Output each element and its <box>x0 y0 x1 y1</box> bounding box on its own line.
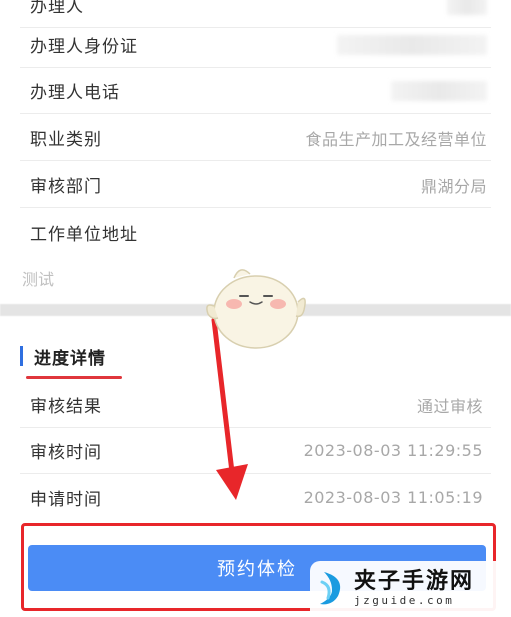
site-watermark: 夹子手游网 jzguide.com <box>310 561 508 615</box>
application-detail-page: 办理人 办理人身份证 办理人电话 职业类别 食品生产加工及经营单位 审核部门 鼎… <box>0 0 511 617</box>
watermark-domain: jzguide.com <box>354 594 455 607</box>
watermark-logo-icon <box>320 572 341 605</box>
watermark-title: 夹子手游网 <box>354 568 475 594</box>
mascot-sticker <box>206 269 306 349</box>
